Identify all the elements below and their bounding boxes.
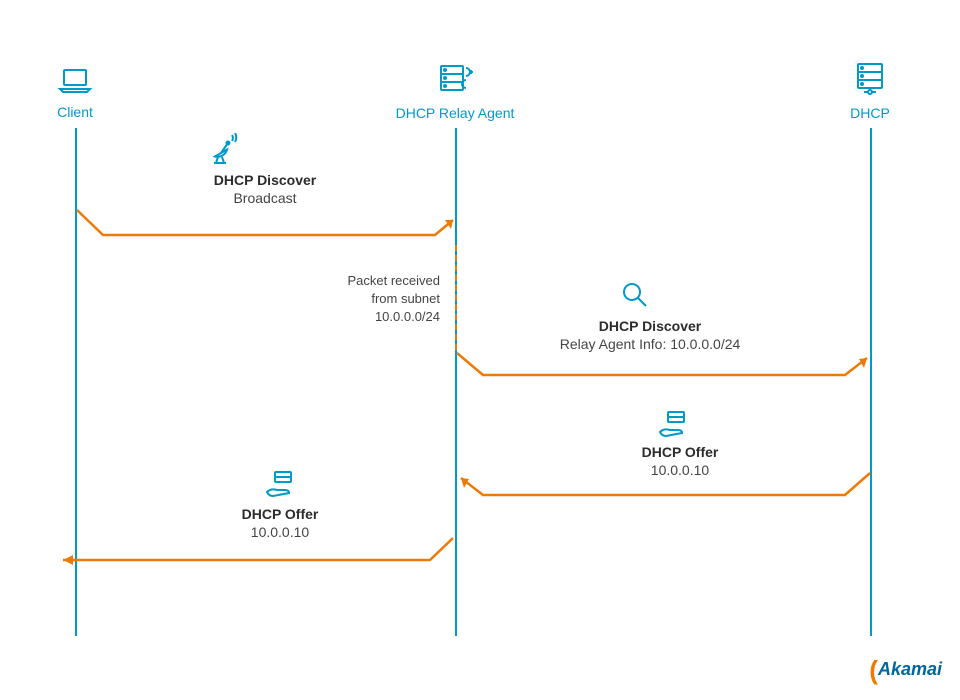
message-title: DHCP Discover xyxy=(185,172,345,188)
satellite-dish-icon xyxy=(208,133,242,172)
message-title: DHCP Discover xyxy=(525,318,775,334)
relay-server-icon xyxy=(433,60,477,101)
arrow-client-to-relay xyxy=(75,205,465,250)
note-line: Packet received xyxy=(325,272,440,290)
actor-relay: DHCP Relay Agent xyxy=(395,60,515,121)
magnifier-icon xyxy=(620,280,650,315)
message-discover-broadcast: DHCP Discover Broadcast xyxy=(185,172,345,206)
processing-indicator xyxy=(455,245,457,350)
message-discover-relayinfo: DHCP Discover Relay Agent Info: 10.0.0.0… xyxy=(525,318,775,352)
logo-swoosh-icon: ( xyxy=(869,655,878,685)
actor-dhcp: DHCP xyxy=(840,60,900,121)
logo-text: Akamai xyxy=(878,659,942,679)
arrow-dhcp-to-relay xyxy=(455,470,880,510)
arrow-relay-to-dhcp xyxy=(455,350,880,390)
server-icon xyxy=(852,60,888,101)
dhcp-relay-sequence-diagram: Client DHCP Relay Agent xyxy=(0,0,960,700)
note-line: 10.0.0.0/24 xyxy=(325,308,440,326)
message-subtitle: Broadcast xyxy=(185,190,345,206)
hand-server-icon xyxy=(656,410,690,445)
message-title: DHCP Offer xyxy=(205,506,355,522)
laptop-icon xyxy=(57,67,93,100)
subnet-note: Packet received from subnet 10.0.0.0/24 xyxy=(325,272,440,327)
actor-client-label: Client xyxy=(45,104,105,120)
actor-relay-label: DHCP Relay Agent xyxy=(395,105,515,121)
actor-dhcp-label: DHCP xyxy=(840,105,900,121)
akamai-logo: (Akamai xyxy=(869,655,942,686)
hand-server-icon xyxy=(263,470,297,505)
message-title: DHCP Offer xyxy=(605,444,755,460)
arrow-relay-to-client xyxy=(55,535,465,575)
actor-client: Client xyxy=(45,67,105,120)
note-line: from subnet xyxy=(325,290,440,308)
